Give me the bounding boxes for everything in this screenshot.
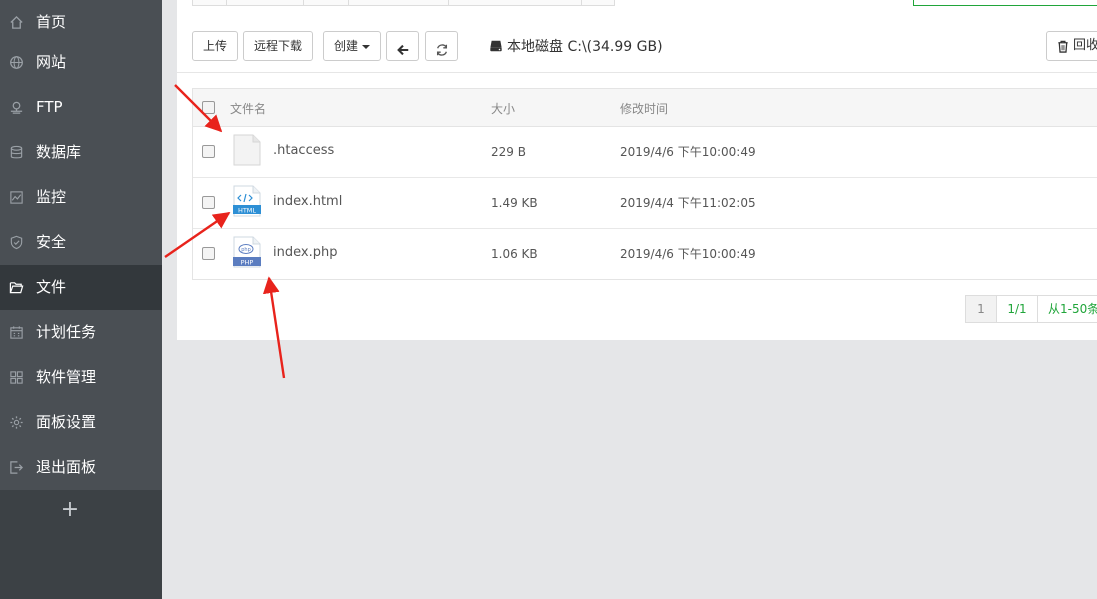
sidebar-item-label: 安全 — [36, 233, 67, 251]
page-current[interactable]: 1 — [965, 295, 997, 323]
column-header-name[interactable]: 文件名 — [230, 102, 266, 116]
database-icon — [9, 145, 24, 160]
table-row[interactable]: .htaccess 229 B 2019/4/6 下午10:00:49 — [193, 127, 1097, 178]
calendar-icon — [9, 325, 24, 340]
divider — [177, 72, 1097, 73]
select-all-checkbox[interactable] — [202, 101, 215, 114]
apps-icon — [9, 370, 24, 385]
file-mtime: 2019/4/6 下午10:00:49 — [620, 247, 756, 261]
file-size: 1.49 KB — [491, 196, 538, 210]
arrow-left-icon — [396, 44, 408, 55]
sidebar-item-label: 首页 — [36, 13, 67, 31]
recycle-bin-label: 回收 — [1073, 38, 1097, 53]
sidebar-item-label: 网站 — [36, 53, 67, 71]
sidebar-item-software[interactable]: 软件管理 — [0, 355, 162, 400]
table-header: 文件名 大小 修改时间 — [193, 89, 1097, 127]
caret-down-icon — [362, 44, 370, 49]
refresh-button[interactable] — [425, 31, 458, 61]
table-row[interactable]: php PHP index.php 1.06 KB 2019/4/6 下午10:… — [193, 229, 1097, 280]
sidebar-item-label: 数据库 — [36, 143, 82, 161]
sidebar-item-label: 计划任务 — [36, 323, 97, 341]
sidebar-item-ftp[interactable]: FTP — [0, 85, 162, 130]
file-icon — [233, 134, 261, 166]
sidebar-item-label: 软件管理 — [36, 368, 97, 386]
disk-selector[interactable]: 本地磁盘 C:\(34.99 GB) — [489, 36, 663, 56]
file-size: 229 B — [491, 145, 526, 159]
row-checkbox[interactable] — [202, 196, 215, 209]
file-mtime: 2019/4/4 下午11:02:05 — [620, 196, 756, 210]
trash-icon — [1058, 40, 1068, 53]
search-input[interactable] — [913, 0, 1097, 6]
shield-icon — [9, 235, 24, 250]
page-range: 从1-50条 — [1037, 295, 1097, 323]
sidebar-item-websites[interactable]: 网站 — [0, 40, 162, 85]
gear-icon — [9, 415, 24, 430]
file-name[interactable]: index.php — [273, 246, 337, 260]
table-row[interactable]: HTML index.html 1.49 KB 2019/4/4 下午11:02… — [193, 178, 1097, 229]
sidebar-item-label: FTP — [36, 98, 63, 116]
logout-icon — [9, 460, 24, 475]
column-header-mtime[interactable]: 修改时间 — [620, 102, 668, 116]
remote-download-button[interactable]: 远程下载 — [243, 31, 313, 61]
php-badge: PHP — [241, 258, 254, 266]
sidebar-item-label: 面板设置 — [36, 413, 97, 431]
row-checkbox[interactable] — [202, 145, 215, 158]
file-name[interactable]: .htaccess — [273, 144, 334, 158]
sidebar-item-logout[interactable]: 退出面板 — [0, 445, 162, 490]
file-mtime: 2019/4/6 下午10:00:49 — [620, 145, 756, 159]
file-name[interactable]: index.html — [273, 195, 342, 209]
sidebar-item-settings[interactable]: 面板设置 — [0, 400, 162, 445]
column-header-size[interactable]: 大小 — [491, 102, 515, 116]
folder-icon — [9, 280, 24, 295]
html-badge: HTML — [238, 206, 256, 214]
create-dropdown-button[interactable]: 创建 — [323, 31, 381, 61]
sidebar-footer — [0, 490, 162, 599]
sidebar-item-label: 文件 — [36, 278, 67, 296]
php-file-icon: php PHP — [233, 236, 261, 268]
add-menu-button[interactable]: + — [60, 499, 80, 521]
sidebar-item-database[interactable]: 数据库 — [0, 130, 162, 175]
globe-icon — [9, 55, 24, 70]
page-count: 1/1 — [996, 295, 1038, 323]
create-label: 创建 — [333, 39, 358, 53]
home-icon — [9, 15, 24, 30]
chart-icon — [9, 190, 24, 205]
sidebar-item-monitor[interactable]: 监控 — [0, 175, 162, 220]
back-button[interactable] — [386, 31, 419, 61]
ftp-icon — [9, 100, 24, 115]
disk-label: 本地磁盘 C:\(34.99 GB) — [507, 39, 663, 55]
upload-button[interactable]: 上传 — [192, 31, 238, 61]
hard-drive-icon — [490, 40, 502, 52]
sidebar-item-security[interactable]: 安全 — [0, 220, 162, 265]
sidebar-item-home[interactable]: 首页 — [0, 0, 162, 45]
refresh-icon — [436, 43, 447, 56]
sidebar-item-label: 退出面板 — [36, 458, 97, 476]
sidebar-item-label: 监控 — [36, 188, 67, 206]
path-breadcrumb[interactable] — [192, 0, 615, 6]
file-size: 1.06 KB — [491, 247, 538, 261]
sidebar-item-files[interactable]: 文件 — [0, 265, 162, 310]
sidebar-item-cron[interactable]: 计划任务 — [0, 310, 162, 355]
file-table: 文件名 大小 修改时间 .htaccess 229 B 2019/4/6 下午1… — [192, 88, 1097, 280]
row-checkbox[interactable] — [202, 247, 215, 260]
php-glyph: php — [241, 247, 251, 253]
recycle-bin-button[interactable]: 回收 — [1046, 31, 1097, 61]
html-file-icon: HTML — [233, 185, 261, 217]
